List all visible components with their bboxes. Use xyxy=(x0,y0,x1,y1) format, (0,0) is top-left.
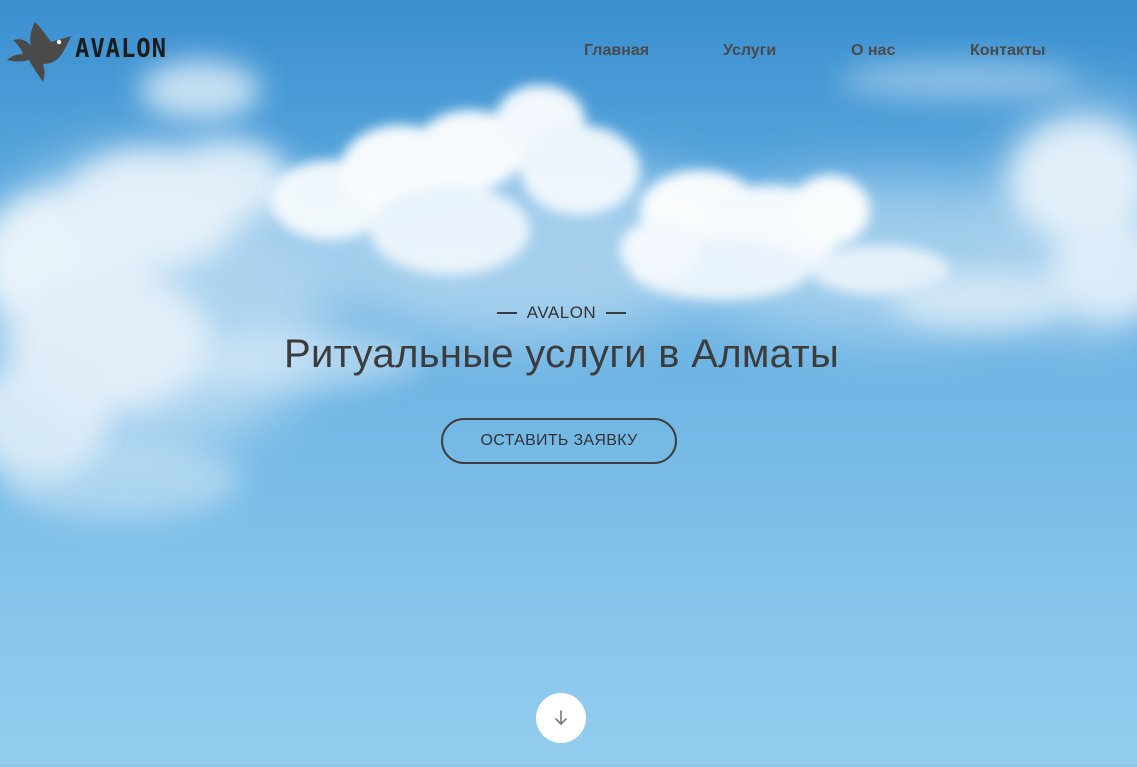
eyebrow-dash-right xyxy=(606,312,627,314)
hero-title: Ритуальные услуги в Алматы xyxy=(283,332,840,376)
eyebrow-dash-left xyxy=(496,312,517,314)
site-header: AVALON Главная Услуги О нас Контакты xyxy=(0,0,1137,100)
cloud-background xyxy=(0,60,1137,520)
nav-item-about[interactable]: О нас xyxy=(851,42,895,60)
main-nav: Главная Услуги О нас Контакты xyxy=(0,42,1137,62)
nav-item-services[interactable]: Услуги xyxy=(723,42,776,60)
arrow-down-icon xyxy=(555,710,567,725)
hero-eyebrow: AVALON xyxy=(0,300,1137,326)
scroll-down-button[interactable] xyxy=(536,693,586,743)
leave-request-button[interactable]: ОСТАВИТЬ ЗАЯВКУ xyxy=(441,418,677,464)
nav-item-contacts[interactable]: Контакты xyxy=(970,42,1045,60)
hero-section: AVALON Главная Услуги О нас Контакты AVA… xyxy=(0,0,1137,767)
nav-item-home[interactable]: Главная xyxy=(584,42,649,60)
eyebrow-text: AVALON xyxy=(526,303,597,322)
hero-content: AVALON Ритуальные услуги в Алматы xyxy=(0,300,1137,378)
